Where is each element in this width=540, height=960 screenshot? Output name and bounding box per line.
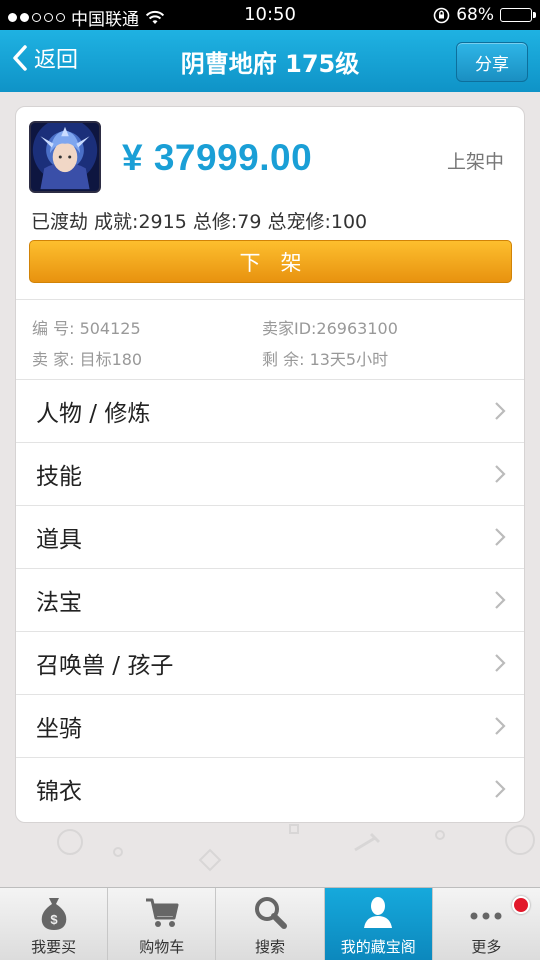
menu-item-label: 人物 / 修炼 [36,401,151,427]
status-bar: 中国联通 10:50 68% [0,0,540,30]
tab-more[interactable]: 更多 [433,888,540,960]
time-remaining: 剩 余: 13天5小时 [262,350,389,369]
tab-label: 我要买 [31,938,77,956]
menu-item-items[interactable]: 道具 [16,505,524,568]
notification-badge [512,896,531,914]
tab-cart[interactable]: 购物车 [108,888,217,960]
menu-item-mounts[interactable]: 坐骑 [16,694,524,757]
menu-item-label: 锦衣 [36,779,82,805]
seller-name: 卖 家: 目标180 [32,350,143,369]
divider [16,299,524,300]
chevron-right-icon [495,780,506,798]
more-icon [470,912,502,920]
menu-item-label: 法宝 [36,590,82,616]
menu-item-outfits[interactable]: 锦衣 [16,757,524,820]
nav-bar: 返回 阴曹地府 175级 分享 [0,30,540,92]
character-stats: 已渡劫 成就:2915 总修:79 总宠修:100 [31,211,368,233]
tab-my-collection[interactable]: 我的藏宝阁 [324,888,433,960]
user-icon [364,897,393,928]
chevron-right-icon [495,465,506,483]
delist-button[interactable]: 下架 [29,240,512,283]
tab-buy[interactable]: $ 我要买 [0,888,109,960]
menu-item-summons[interactable]: 召唤兽 / 孩子 [16,631,524,694]
listing-id: 编 号: 504125 [32,319,141,338]
status-badge: 上架中 [446,151,504,173]
chevron-right-icon [495,402,506,420]
character-avatar [29,121,101,193]
menu-item-skills[interactable]: 技能 [16,442,524,505]
money-bag-icon: $ [41,898,66,930]
tab-label: 购物车 [139,938,185,956]
menu-item-label: 召唤兽 / 孩子 [36,653,174,679]
rotation-lock-icon [433,7,450,23]
svg-text:$: $ [50,912,58,927]
status-right: 68% [433,5,536,25]
chevron-right-icon [495,654,506,672]
chevron-right-icon [495,591,506,609]
menu-item-label: 坐骑 [36,716,82,742]
price: ¥ 37999.00 [122,137,313,178]
tab-label: 搜索 [255,938,286,956]
tab-label: 我的藏宝阁 [340,938,416,956]
tab-search[interactable]: 搜索 [216,888,325,960]
cart-icon [145,898,179,927]
menu-item-character[interactable]: 人物 / 修炼 [16,379,524,442]
chevron-right-icon [495,528,506,546]
background-pattern [57,824,535,872]
menu-item-treasures[interactable]: 法宝 [16,568,524,631]
seller-id: 卖家ID:26963100 [262,319,398,338]
tab-bar: $ 我要买 购物车 搜索 我的藏宝阁 更多 [0,887,540,960]
search-icon [255,897,287,929]
chevron-right-icon [495,717,506,735]
menu-item-label: 技能 [36,464,82,490]
battery-percent: 68% [456,5,494,25]
menu-item-label: 道具 [36,527,82,553]
battery-icon [500,8,536,22]
share-button[interactable]: 分享 [456,42,528,82]
product-card: ¥ 37999.00 上架中 已渡劫 成就:2915 总修:79 总宠修:100… [15,106,525,823]
tab-label: 更多 [471,938,502,956]
